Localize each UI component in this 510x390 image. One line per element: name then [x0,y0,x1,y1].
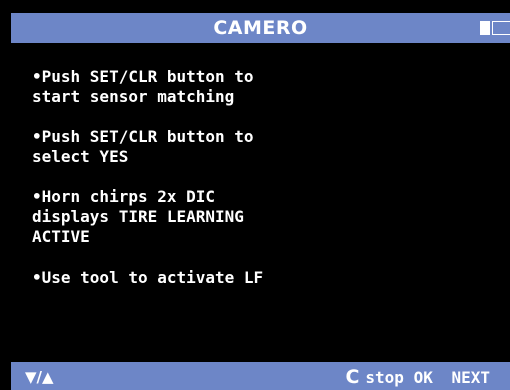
header-bar: CAMERO [11,13,510,43]
stop-button[interactable]: stop [365,368,404,387]
vehicle-title: CAMERO [213,17,308,39]
instruction-step-4: •Use tool to activate LF [32,268,264,287]
battery-outline [492,21,510,35]
next-button[interactable]: NEXT [451,368,490,387]
instruction-step-3: •Horn chirps 2x DIC displays TIRE LEARNI… [32,187,244,246]
function-keys: Cstop OK NEXT [345,366,490,388]
battery-level [480,21,490,35]
instruction-step-2: •Push SET/CLR button to select YES [32,127,254,166]
tool-screen: CAMERO •Push SET/CLR button to start sen… [0,0,510,390]
footer-bar: ▼/▲ Cstop OK NEXT [11,362,510,390]
ok-button[interactable]: OK [414,368,433,387]
scroll-arrows-button[interactable]: ▼/▲ [25,368,54,386]
c-key-icon[interactable]: C [345,366,359,388]
battery-icon [480,21,510,35]
instructions-panel: •Push SET/CLR button to start sensor mat… [32,67,492,308]
instruction-step-1: •Push SET/CLR button to start sensor mat… [32,67,254,106]
